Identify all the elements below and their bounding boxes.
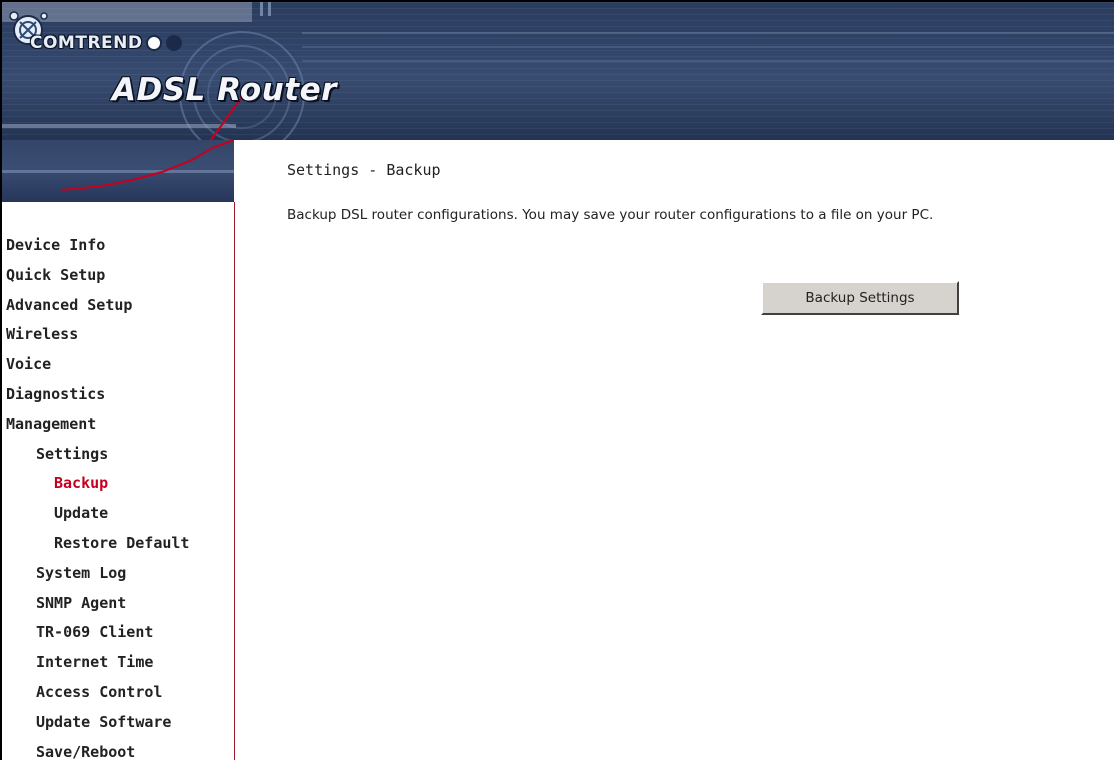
sidebar-item-save-reboot[interactable]: Save/Reboot xyxy=(36,742,135,762)
sidebar-nav xyxy=(2,202,235,760)
sidebar-item-management[interactable]: Management xyxy=(6,414,96,434)
product-title: ADSL Router xyxy=(112,72,337,108)
sidebar-item-diagnostics[interactable]: Diagnostics xyxy=(6,384,105,404)
sidebar-item-internet-time[interactable]: Internet Time xyxy=(36,652,153,672)
brand-dot-icon xyxy=(146,35,163,51)
sidebar-item-device-info[interactable]: Device Info xyxy=(6,235,105,255)
sidebar-item-backup[interactable]: Backup xyxy=(54,473,108,493)
page-title: Settings - Backup xyxy=(287,161,441,179)
brand-dot-icon xyxy=(166,35,183,51)
sidebar-item-voice[interactable]: Voice xyxy=(6,354,51,374)
sidebar-item-wireless[interactable]: Wireless xyxy=(6,324,78,344)
sidebar-item-system-log[interactable]: System Log xyxy=(36,563,126,583)
page-description: Backup DSL router configurations. You ma… xyxy=(287,207,934,223)
header-banner: COMTREND ADSL Router xyxy=(2,2,1114,140)
brand-row: COMTREND xyxy=(30,32,183,54)
content-panel xyxy=(234,140,1114,760)
banner-decoration xyxy=(2,2,1114,140)
brand-name: COMTREND xyxy=(30,33,143,53)
sidebar-item-update[interactable]: Update xyxy=(54,503,108,523)
sidebar-header-band xyxy=(2,140,234,202)
sidebar-item-advanced-setup[interactable]: Advanced Setup xyxy=(6,295,132,315)
sidebar-item-restore-default[interactable]: Restore Default xyxy=(54,533,189,553)
sidebar-item-access-control[interactable]: Access Control xyxy=(36,682,162,702)
sidebar-item-update-software[interactable]: Update Software xyxy=(36,712,171,732)
backup-settings-button[interactable]: Backup Settings xyxy=(761,281,959,315)
sidebar-item-settings[interactable]: Settings xyxy=(36,444,108,464)
sidebar-item-quick-setup[interactable]: Quick Setup xyxy=(6,265,105,285)
sidebar-item-snmp-agent[interactable]: SNMP Agent xyxy=(36,593,126,613)
signal-graph-icon xyxy=(2,140,234,191)
sidebar-item-tr-069-client[interactable]: TR-069 Client xyxy=(36,622,153,642)
